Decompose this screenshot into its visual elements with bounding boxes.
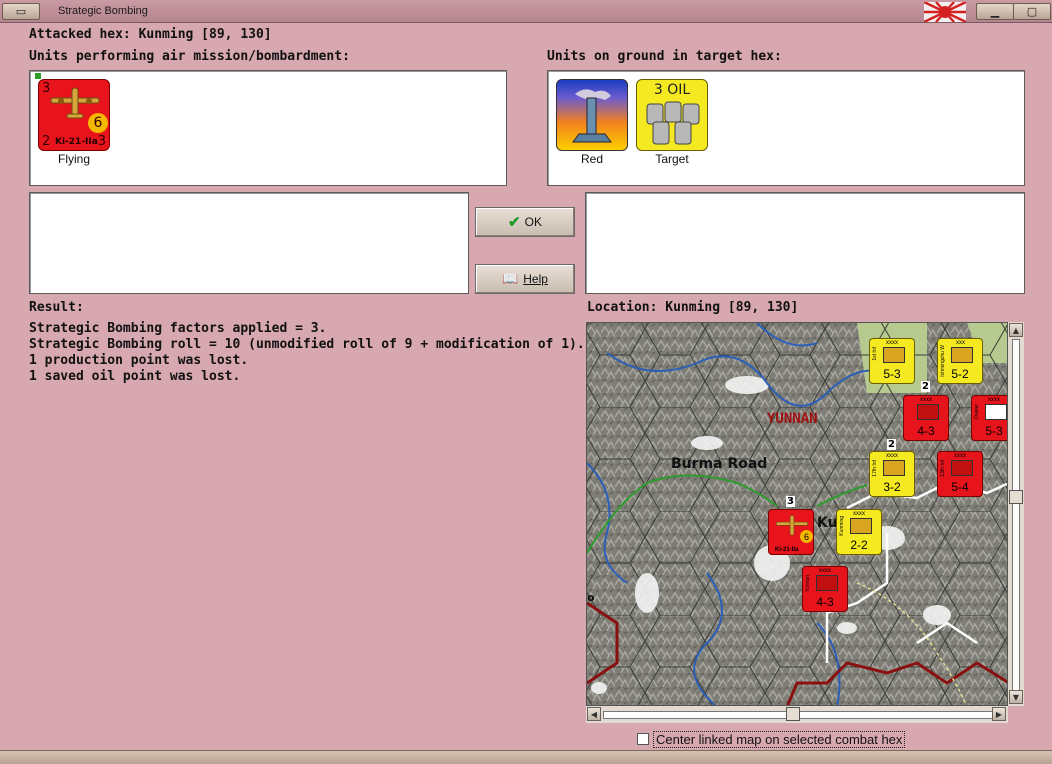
map-road-label: Burma Road xyxy=(671,456,768,472)
rising-sun-flag-icon xyxy=(924,2,966,22)
ground-units-panel: Red 3 OIL Target xyxy=(547,70,1025,186)
minimize-icon: ▁ xyxy=(990,5,1000,18)
center-map-checkbox-label[interactable]: Center linked map on selected combat hex xyxy=(653,731,906,748)
result-line: 1 production point was lost. xyxy=(29,353,249,368)
result-line: Strategic Bombing factors applied = 3. xyxy=(29,321,327,336)
window-icon: ▭ xyxy=(15,5,27,18)
map-city-label: Ku xyxy=(817,515,838,531)
air-unit-ki21[interactable]: 3 6 2 Ki-21-IIa 3 xyxy=(35,73,110,151)
unit-symbol-icon xyxy=(951,347,973,363)
air-units-panel: 3 6 2 Ki-21-IIa 3 Flying xyxy=(29,70,507,186)
oil-header: 3 OIL xyxy=(653,82,691,98)
ground-unit-factory[interactable] xyxy=(556,79,628,151)
air-unit-caption: Flying xyxy=(57,152,90,166)
scroll-thumb[interactable] xyxy=(786,707,800,721)
infantry-symbol-icon xyxy=(951,460,973,476)
ground-units-label: Units on ground in target hex: xyxy=(547,49,782,64)
result-text: Strategic Bombing factors applied = 3. S… xyxy=(29,321,585,385)
air-units-label: Units performing air mission/bombardment… xyxy=(29,49,350,64)
center-map-checkbox[interactable] xyxy=(637,733,649,745)
ground-unit-caption-target: Target xyxy=(655,152,689,166)
maximize-icon: ▢ xyxy=(1026,5,1038,18)
infantry-symbol-icon xyxy=(917,404,939,420)
scroll-thumb[interactable] xyxy=(1009,490,1023,504)
help-book-icon: 📖 xyxy=(502,271,519,286)
maximize-button[interactable]: ▢ xyxy=(1013,3,1051,20)
map-region-label: YUNNAN xyxy=(767,411,818,427)
help-button[interactable]: 📖 Help xyxy=(475,264,575,294)
map-unit[interactable]: Ouelar xxxx 5-3 xyxy=(971,395,1007,441)
map-unit[interactable]: 17th Inf xxxx 3-2 xyxy=(869,451,915,497)
stack-count: 3 xyxy=(786,496,795,507)
minimize-button[interactable]: ▁ xyxy=(976,3,1014,20)
map-horizontal-scrollbar[interactable]: ◀ ▶ xyxy=(586,706,1008,723)
result-line: Strategic Bombing roll = 10 (unmodified … xyxy=(29,337,585,352)
scroll-down-arrow-icon[interactable]: ▼ xyxy=(1009,690,1023,704)
status-marker-icon xyxy=(35,73,41,79)
attacker-info-panel xyxy=(29,192,469,294)
map-edge-label: o xyxy=(587,591,595,604)
map-unit[interactable]: Yunnan xxxx 4-3 xyxy=(802,566,848,612)
checkmark-icon: ✔ xyxy=(508,214,521,231)
map-unit[interactable]: 13th Inf xxxx 5-4 xyxy=(937,451,983,497)
linked-map[interactable]: YUNNAN Burma Road Ku o 1st Inf xxxx 5-3 … xyxy=(586,322,1008,706)
scroll-track xyxy=(1012,339,1020,691)
attacked-hex-label: Attacked hex: Kunming [89, 130] xyxy=(29,27,272,42)
result-line: 1 saved oil point was lost. xyxy=(29,369,241,384)
unit-type-label: Ki-21-IIa xyxy=(55,137,98,147)
militia-symbol-icon xyxy=(850,518,872,534)
scroll-right-arrow-icon[interactable]: ▶ xyxy=(992,707,1006,721)
infantry-symbol-icon xyxy=(883,460,905,476)
ground-unit-oil-target[interactable]: 3 OIL xyxy=(636,79,708,151)
militia-symbol-icon xyxy=(816,575,838,591)
ground-unit-caption-red: Red xyxy=(580,152,603,166)
window-title: Strategic Bombing xyxy=(58,5,148,17)
factory-smokestack-icon xyxy=(572,89,612,143)
stack-count: 2 xyxy=(887,439,896,450)
map-vertical-scrollbar[interactable]: ▲ ▼ xyxy=(1008,322,1024,706)
map-unit-ki21[interactable]: 6 Ki-21-IIa xyxy=(768,509,814,555)
stack-count: 2 xyxy=(921,381,930,392)
defender-info-panel xyxy=(585,192,1025,294)
result-label: Result: xyxy=(29,300,84,315)
system-menu-button[interactable]: ▭ xyxy=(2,3,40,20)
scroll-up-arrow-icon[interactable]: ▲ xyxy=(1009,323,1023,337)
map-unit[interactable]: xxxx 4-3 xyxy=(903,395,949,441)
mountain-unit-icon xyxy=(985,404,1007,420)
title-bar: ▭ Strategic Bombing ▁ ▢ xyxy=(0,0,1052,23)
map-unit[interactable]: Ichmingchu W xxx 5-2 xyxy=(937,338,983,384)
ok-button[interactable]: ✔ OK xyxy=(475,207,575,237)
map-unit[interactable]: Kunming xxxx 2-2 xyxy=(836,509,882,555)
strength-circle: 6 xyxy=(88,113,108,133)
oil-barrels-icon xyxy=(646,101,700,145)
location-label: Location: Kunming [89, 130] xyxy=(587,300,799,315)
map-unit[interactable]: 1st Inf xxxx 5-3 xyxy=(869,338,915,384)
status-bar xyxy=(0,750,1052,764)
infantry-symbol-icon xyxy=(883,347,905,363)
scroll-left-arrow-icon[interactable]: ◀ xyxy=(587,707,601,721)
